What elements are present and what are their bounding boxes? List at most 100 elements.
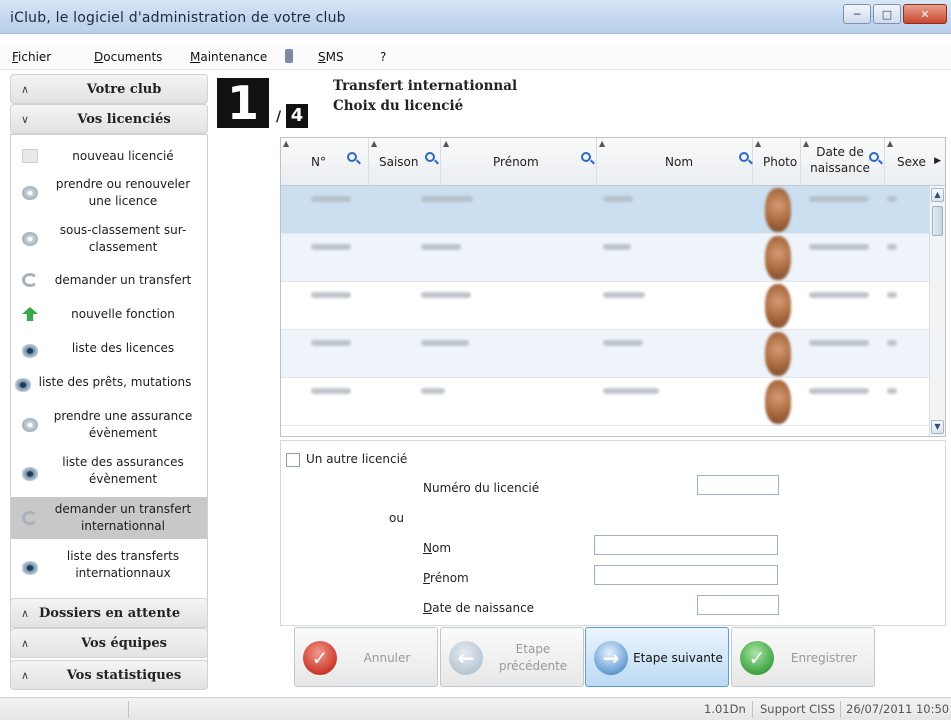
cd-icon	[22, 418, 38, 432]
column-nom[interactable]: ▲ Nom	[597, 138, 753, 186]
sidebar-item-label: demander un transfert	[54, 272, 192, 287]
menu-maintenance[interactable]: Maintenance	[190, 50, 267, 64]
next-step-button[interactable]: → Etape suivante	[585, 627, 729, 687]
menu-fichier[interactable]: Fichier	[12, 50, 51, 64]
section-statistiques[interactable]: ∧ Vos statistiques	[10, 660, 208, 690]
cell-date-naissance	[809, 244, 869, 250]
search-icon[interactable]	[869, 152, 879, 162]
status-datetime: 26/07/2011 10:50	[846, 702, 950, 716]
search-icon[interactable]	[425, 152, 435, 162]
sidebar-item-transfert-international[interactable]: demander un transfert internationnal	[11, 497, 207, 539]
cell-sexe	[887, 388, 897, 394]
sidebar-item-label: liste des transferts internationnaux	[66, 549, 180, 580]
column-label: Sexe	[897, 155, 926, 169]
phone-icon	[285, 49, 293, 63]
eye-icon	[22, 467, 38, 481]
cell-nom	[603, 388, 659, 394]
other-licencie-label: Un autre licencié	[306, 452, 408, 466]
cell-prenom	[421, 388, 445, 394]
menu-sms[interactable]: SMS	[318, 50, 344, 64]
section-vos-licencies[interactable]: ∨ Vos licenciés	[10, 104, 208, 134]
cell-date-naissance	[809, 196, 869, 202]
section-dossiers[interactable]: ∧ Dossiers en attente	[10, 598, 208, 628]
licencies-grid[interactable]: ▲ N° ▲ Saison ▲ Prénom ▲ Nom ▲ Photo ▲ D…	[280, 137, 946, 437]
arrow-right-icon: →	[594, 641, 628, 675]
scroll-down-icon[interactable]: ▼	[931, 420, 944, 434]
column-label: Nom	[665, 155, 694, 169]
cancel-button[interactable]: ✓ Annuler	[294, 627, 438, 687]
cell-date-naissance	[809, 388, 869, 394]
search-icon[interactable]	[739, 152, 749, 162]
scroll-up-icon[interactable]: ▲	[931, 188, 944, 202]
vertical-scrollbar[interactable]: ▲ ▼	[929, 186, 945, 436]
chevron-up-icon: ∧	[21, 83, 30, 96]
scroll-thumb[interactable]	[932, 206, 943, 236]
column-photo[interactable]: ▲ Photo	[753, 138, 801, 186]
photo-thumbnail	[765, 380, 791, 424]
sidebar-item-assurances[interactable]: liste des assurances évènement	[11, 451, 207, 491]
numero-label: Numéro du licencié	[423, 481, 540, 495]
search-icon[interactable]	[347, 152, 357, 162]
table-row[interactable]	[281, 282, 931, 330]
photo-thumbnail	[765, 188, 791, 232]
section-label: Dossiers en attente	[39, 606, 181, 621]
column-sexe[interactable]: ▲ Sexe ▶	[885, 138, 945, 186]
sidebar-item-licences[interactable]: liste des licences	[11, 335, 207, 361]
cell-sexe	[887, 292, 897, 298]
arrow-left-icon: ←	[449, 641, 483, 675]
section-label: Vos équipes	[81, 636, 167, 651]
column-label: Saison	[379, 155, 419, 169]
close-button[interactable]: ✕	[903, 4, 947, 24]
sidebar-item-classement[interactable]: sous-classement sur-classement	[11, 219, 207, 259]
sidebar-item-nouveau-licencie[interactable]: nouveau licencié	[11, 143, 207, 169]
column-saison[interactable]: ▲ Saison	[369, 138, 441, 186]
button-label: Etape précédente	[498, 642, 568, 673]
other-licencie-form: Un autre licencié Numéro du licencié ou …	[280, 440, 946, 626]
cell-sexe	[887, 196, 897, 202]
cell-numero	[311, 292, 351, 298]
sidebar: ∧ Votre club ∨ Vos licenciés nouveau lic…	[10, 72, 208, 692]
cell-prenom	[421, 340, 469, 346]
previous-step-button[interactable]: ← Etape précédente	[440, 627, 584, 687]
minimize-button[interactable]: ─	[843, 4, 871, 24]
column-numero[interactable]: ▲ N°	[281, 138, 369, 186]
cd-icon	[22, 186, 38, 200]
search-icon[interactable]	[581, 152, 591, 162]
arrows-icon	[22, 511, 38, 525]
chevron-up-icon: ∧	[21, 607, 30, 620]
cell-sexe	[887, 340, 897, 346]
sidebar-item-assurance[interactable]: prendre une assurance évènement	[11, 405, 207, 445]
section-equipes[interactable]: ∧ Vos équipes	[10, 628, 208, 658]
column-prenom[interactable]: ▲ Prénom	[441, 138, 597, 186]
save-button[interactable]: ✓ Enregistrer	[731, 627, 875, 687]
sidebar-item-transferts[interactable]: liste des transferts internationnaux	[11, 545, 207, 585]
nom-input[interactable]	[594, 535, 778, 555]
sidebar-item-label: demander un transfert internationnal	[54, 502, 192, 533]
other-licencie-checkbox[interactable]	[286, 453, 300, 467]
step-separator: /	[276, 109, 282, 125]
table-row[interactable]	[281, 330, 931, 378]
table-row[interactable]	[281, 186, 931, 234]
sidebar-item-label: nouveau licencié	[72, 148, 174, 163]
section-votre-club[interactable]: ∧ Votre club	[10, 74, 208, 104]
cell-nom	[603, 340, 643, 346]
cell-nom	[603, 244, 631, 250]
sidebar-item-label: prendre ou renouveler une licence	[55, 177, 191, 208]
sidebar-item-prets[interactable]: liste des prêts, mutations	[11, 369, 207, 395]
page-subtitle: Choix du licencié	[333, 98, 464, 114]
menu-help[interactable]: ?	[380, 50, 386, 64]
sidebar-item-licence[interactable]: prendre ou renouveler une licence	[11, 173, 207, 213]
prenom-input[interactable]	[594, 565, 778, 585]
menu-documents[interactable]: Documents	[94, 50, 162, 64]
table-row[interactable]	[281, 234, 931, 282]
column-date-naissance[interactable]: ▲ Date de naissance	[801, 138, 885, 186]
table-row[interactable]	[281, 378, 931, 426]
date-naissance-input[interactable]	[697, 595, 779, 615]
sidebar-item-fonction[interactable]: nouvelle fonction	[11, 301, 207, 327]
menu-bar: Fichier Documents Maintenance SMS ?	[0, 44, 951, 70]
maximize-button[interactable]: □	[873, 4, 901, 24]
scroll-right-icon[interactable]: ▶	[934, 156, 941, 166]
sidebar-item-transfert[interactable]: demander un transfert	[11, 267, 207, 293]
cancel-icon: ✓	[303, 641, 337, 675]
numero-input[interactable]	[697, 475, 779, 495]
